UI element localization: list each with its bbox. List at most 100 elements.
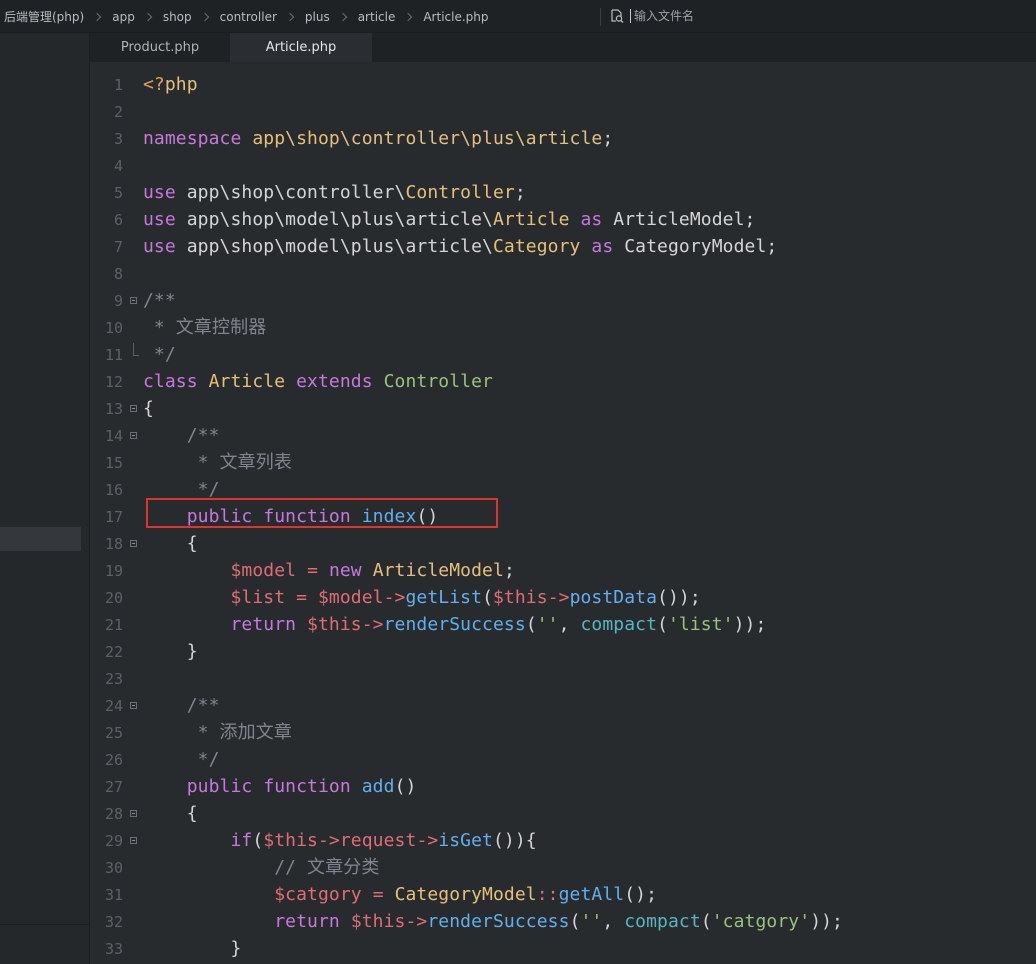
line-number: 2 [113,103,123,121]
code-line[interactable]: 19 $model = new ArticleModel; [90,553,1036,581]
code-token: ( [700,911,712,932]
code-token: add [361,776,395,797]
code-editor-window: 后端管理(php) app shop controller plus article Art… [0,0,1036,964]
breadcrumb-item[interactable]: shop [163,10,192,24]
breadcrumb-item[interactable]: plus [305,10,330,24]
code-token: */ [143,749,220,770]
line-number: 29 [104,832,123,850]
code-line[interactable]: 12 class Article extends Controller [90,364,1036,392]
code-text: } [143,939,241,959]
code-line[interactable]: 8 [90,256,1036,283]
code-line[interactable]: 18 { [90,526,1036,554]
fold-end-marker [133,343,139,356]
panel-divider [0,924,89,925]
line-number: 12 [104,373,123,391]
fold-toggle-icon[interactable] [130,297,137,304]
code-area[interactable]: 1 <?php 2 3 namespace app\shop\controller\pl… [90,62,1036,964]
breadcrumb-item[interactable]: app [112,10,135,24]
tab-article-php[interactable]: Article.php [230,33,372,62]
line-number: 23 [104,670,123,688]
fold-toggle-icon[interactable] [130,837,137,844]
code-line[interactable]: 25 * 添加文章 [90,715,1036,743]
fold-toggle-icon[interactable] [130,702,137,709]
search-input[interactable] [634,9,934,23]
code-text: $list = $model->getList($this->postData(… [143,588,701,608]
breadcrumb-item[interactable]: Article.php [423,10,488,24]
code-line[interactable]: 28 { [90,796,1036,824]
code-text: use app\shop\controller\Controller; [143,183,526,203]
breadcrumb-item[interactable]: 后端管理(php) [4,8,84,25]
code-token: )); [810,911,843,932]
file-search[interactable] [600,4,1036,28]
code-text: */ [143,750,220,770]
code-line[interactable]: 22 } [90,634,1036,662]
code-line[interactable]: 13 { [90,391,1036,419]
code-line[interactable]: 31 $catgory = CategoryModel::getAll(); [90,877,1036,905]
code-line[interactable]: 4 [90,148,1036,175]
code-token: /** [143,425,220,446]
line-number: 7 [113,238,123,256]
code-token: $this [307,614,362,635]
fold-toggle-icon[interactable] [130,810,137,817]
code-text: /** [143,696,220,716]
code-line[interactable]: 15 * 文章列表 [90,445,1036,473]
code-line[interactable]: 17 public function index() [90,499,1036,527]
code-token: /** [143,290,176,311]
code-token: use [143,236,176,257]
selected-tree-item[interactable] [0,527,81,551]
code-token: use [143,209,176,230]
code-line[interactable]: 6 use app\shop\model\plus\article\Article… [90,202,1036,230]
fold-toggle-icon[interactable] [130,432,137,439]
code-line[interactable]: 27 public function add() [90,769,1036,797]
code-line[interactable]: 10 * 文章控制器 [90,310,1036,338]
line-number: 11 [104,346,123,364]
code-line[interactable]: 26 */ [90,742,1036,770]
code-token: compact [624,911,701,932]
code-token: public [186,506,253,527]
code-line[interactable]: 1 <?php [90,67,1036,95]
code-line[interactable]: 14 /** [90,418,1036,446]
code-line[interactable]: 9 /** [90,283,1036,311]
code-line[interactable]: 5 use app\shop\controller\Controller; [90,175,1036,203]
tab-product-php[interactable]: Product.php [90,33,230,62]
code-token: Article [208,371,286,392]
code-line[interactable]: 16 */ [90,472,1036,500]
breadcrumb-item[interactable]: controller [220,10,277,24]
code-line[interactable]: 23 [90,661,1036,688]
code-line[interactable]: 3 namespace app\shop\controller\plus\arti… [90,121,1036,149]
code-token: (); [624,884,658,905]
code-line[interactable]: 7 use app\shop\model\plus\article\Categor… [90,229,1036,257]
code-token: = [372,884,384,905]
code-line[interactable]: 11 */ [90,337,1036,365]
code-token: '' [536,614,559,635]
code-line[interactable]: 20 $list = $model->getList($this->postDa… [90,580,1036,608]
code-line[interactable]: 30 // 文章分类 [90,850,1036,878]
code-line[interactable]: 29 if($this->request->isGet()){ [90,823,1036,851]
code-token: php [164,74,198,95]
code-token: request [339,830,417,851]
code-line[interactable]: 24 /** [90,688,1036,716]
code-token: () [394,776,417,797]
code-token: } [143,641,198,662]
code-token: $model [230,560,297,581]
code-text: { [143,534,198,554]
code-token: ( [252,830,264,851]
fold-toggle-icon[interactable] [130,540,137,547]
code-line[interactable]: 33 } [90,931,1036,959]
code-line[interactable]: 32 return $this->renderSuccess('', compa… [90,904,1036,932]
code-line[interactable]: 2 [90,94,1036,121]
chevron-right-icon [285,12,295,21]
code-text: return $this->renderSuccess('', compact(… [143,912,843,932]
fold-toggle-icon[interactable] [130,405,137,412]
code-token: Category [492,236,581,257]
code-token: { [143,398,154,419]
code-line[interactable]: 21 return $this->renderSuccess('', compa… [90,607,1036,635]
search-file-icon[interactable] [610,9,624,23]
breadcrumb-item[interactable]: article [358,10,396,24]
